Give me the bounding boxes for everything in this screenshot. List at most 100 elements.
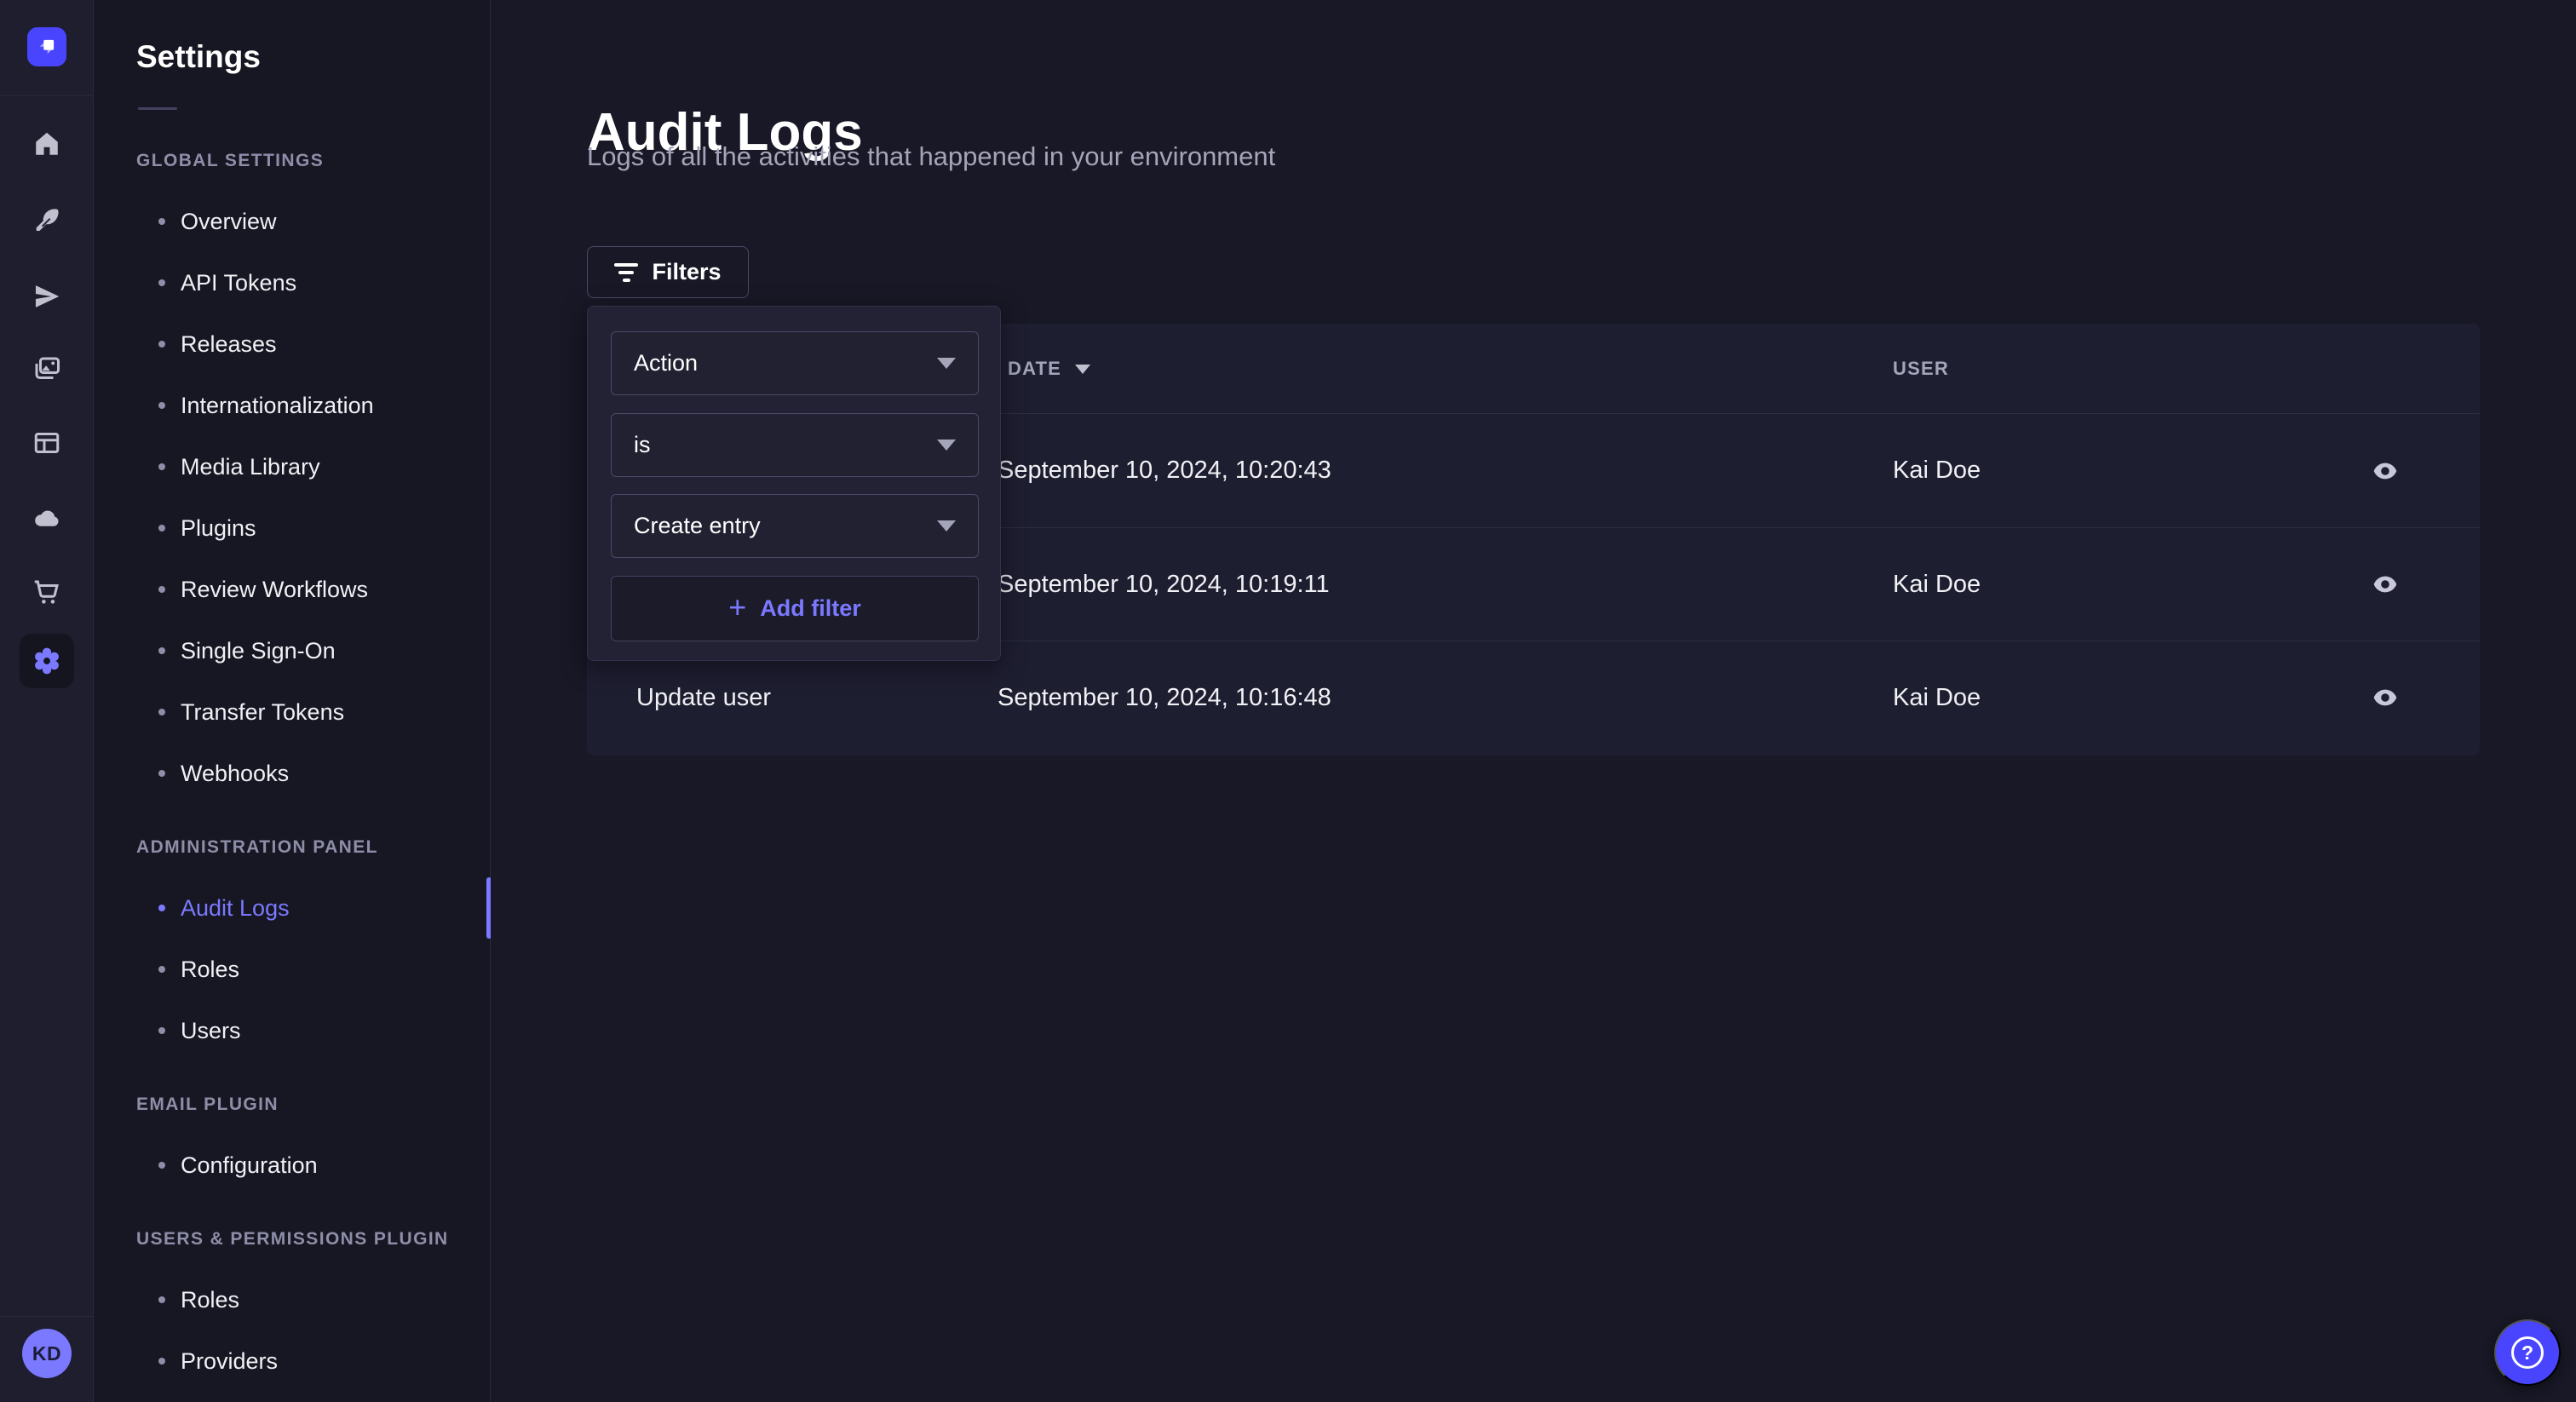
filter-operator-value: is bbox=[634, 432, 651, 458]
sidebar-item-overview[interactable]: Overview bbox=[94, 191, 490, 252]
section-users-permissions-plugin: USERS & PERMISSIONS PLUGIN Roles Provide… bbox=[94, 1225, 490, 1392]
help-button[interactable]: ? bbox=[2494, 1319, 2561, 1386]
section-global-settings: GLOBAL SETTINGS Overview API Tokens Rele… bbox=[94, 147, 490, 804]
chevron-down-icon bbox=[937, 440, 956, 451]
filter-field-select[interactable]: Action bbox=[611, 331, 979, 395]
sidebar-item-providers[interactable]: Providers bbox=[94, 1330, 490, 1392]
sidebar-item-media-library[interactable]: Media Library bbox=[94, 436, 490, 497]
bullet-icon bbox=[158, 463, 165, 470]
home-icon[interactable] bbox=[31, 128, 63, 160]
section-label: GLOBAL SETTINGS bbox=[94, 147, 490, 175]
sidebar-item-api-tokens[interactable]: API Tokens bbox=[94, 252, 490, 313]
bullet-icon bbox=[158, 905, 165, 911]
sidebar-item-roles-up[interactable]: Roles bbox=[94, 1269, 490, 1330]
avatar[interactable]: KD bbox=[22, 1329, 72, 1378]
layout-icon[interactable] bbox=[31, 427, 63, 459]
section-email-plugin: EMAIL PLUGIN Configuration bbox=[94, 1090, 490, 1196]
bullet-icon bbox=[158, 647, 165, 654]
bullet-icon bbox=[158, 1162, 165, 1169]
subnav-title: Settings bbox=[136, 39, 261, 75]
sidebar-item-roles-admin[interactable]: Roles bbox=[94, 939, 490, 1000]
sidebar-item-label: Internationalization bbox=[181, 393, 374, 419]
eye-icon bbox=[2372, 571, 2399, 598]
sidebar-item-label: Review Workflows bbox=[181, 577, 368, 603]
bullet-icon bbox=[158, 1027, 165, 1034]
feather-icon[interactable] bbox=[31, 204, 63, 237]
settings-nav-button[interactable] bbox=[20, 634, 74, 688]
section-administration-panel: ADMINISTRATION PANEL Audit Logs Roles Us… bbox=[94, 833, 490, 1061]
sort-descending-icon bbox=[1075, 365, 1090, 374]
rail-divider-bottom bbox=[0, 1316, 94, 1317]
plus-icon: + bbox=[728, 592, 746, 623]
gear-icon bbox=[31, 645, 63, 677]
sidebar-item-configuration[interactable]: Configuration bbox=[94, 1135, 490, 1196]
sidebar-item-label: Providers bbox=[181, 1348, 278, 1375]
images-icon[interactable] bbox=[31, 353, 63, 385]
sidebar-item-label: Webhooks bbox=[181, 761, 289, 787]
sidebar-item-label: Audit Logs bbox=[181, 895, 290, 922]
column-header-user: USER bbox=[1893, 324, 1949, 414]
sidebar-item-releases[interactable]: Releases bbox=[94, 313, 490, 375]
sidebar-item-label: Releases bbox=[181, 331, 277, 358]
filter-icon bbox=[614, 263, 638, 282]
sidebar-item-review-workflows[interactable]: Review Workflows bbox=[94, 559, 490, 620]
section-label: ADMINISTRATION PANEL bbox=[94, 833, 490, 862]
strapi-logo-glyph bbox=[34, 34, 60, 60]
bullet-icon bbox=[158, 586, 165, 593]
filters-button[interactable]: Filters bbox=[587, 246, 749, 298]
filter-value-select[interactable]: Create entry bbox=[611, 494, 979, 558]
sidebar-item-label: Single Sign-On bbox=[181, 638, 336, 664]
bullet-icon bbox=[158, 1296, 165, 1303]
sidebar-item-label: Media Library bbox=[181, 454, 320, 480]
bullet-icon bbox=[158, 402, 165, 409]
sidebar-item-label: Configuration bbox=[181, 1152, 318, 1179]
chevron-down-icon bbox=[937, 520, 956, 531]
column-header-date-label: DATE bbox=[1008, 358, 1061, 380]
column-header-date[interactable]: DATE bbox=[1008, 324, 1090, 414]
page-subtitle: Logs of all the activities that happened… bbox=[587, 141, 1275, 172]
cell-user: Kai Doe bbox=[1893, 641, 1981, 754]
sidebar-item-webhooks[interactable]: Webhooks bbox=[94, 743, 490, 804]
sidebar-item-transfer-tokens[interactable]: Transfer Tokens bbox=[94, 681, 490, 743]
bullet-icon bbox=[158, 341, 165, 348]
sidebar-item-label: Users bbox=[181, 1018, 241, 1044]
view-details-button[interactable] bbox=[2360, 673, 2410, 722]
sidebar-item-label: Roles bbox=[181, 1287, 239, 1313]
eye-icon bbox=[2372, 684, 2399, 711]
chevron-down-icon bbox=[937, 358, 956, 369]
bullet-icon bbox=[158, 279, 165, 286]
sidebar-item-plugins[interactable]: Plugins bbox=[94, 497, 490, 559]
app-root: KD Settings GLOBAL SETTINGS Overview API… bbox=[0, 0, 2576, 1402]
cart-icon[interactable] bbox=[31, 576, 63, 608]
main-nav-rail: KD bbox=[0, 0, 94, 1402]
eye-icon bbox=[2372, 457, 2399, 485]
filter-field-value: Action bbox=[634, 350, 698, 376]
cell-user: Kai Doe bbox=[1893, 528, 1981, 641]
section-label: EMAIL PLUGIN bbox=[94, 1090, 490, 1119]
sidebar-item-internationalization[interactable]: Internationalization bbox=[94, 375, 490, 436]
sidebar-item-label: Plugins bbox=[181, 515, 256, 542]
view-details-button[interactable] bbox=[2360, 446, 2410, 496]
cell-user: Kai Doe bbox=[1893, 414, 1981, 527]
sidebar-item-single-sign-on[interactable]: Single Sign-On bbox=[94, 620, 490, 681]
add-filter-button[interactable]: + Add filter bbox=[611, 576, 979, 641]
bullet-icon bbox=[158, 966, 165, 973]
filter-value-value: Create entry bbox=[634, 513, 761, 539]
main-content: Audit Logs Logs of all the activities th… bbox=[491, 0, 2576, 1402]
sidebar-item-label: Roles bbox=[181, 957, 239, 983]
cell-date: September 10, 2024, 10:19:11 bbox=[998, 528, 1330, 641]
sidebar-item-label: Transfer Tokens bbox=[181, 699, 344, 726]
section-label: USERS & PERMISSIONS PLUGIN bbox=[94, 1225, 490, 1254]
cell-date: September 10, 2024, 10:16:48 bbox=[998, 641, 1331, 754]
paper-plane-icon[interactable] bbox=[31, 280, 63, 313]
strapi-logo[interactable] bbox=[27, 27, 66, 66]
sidebar-item-audit-logs[interactable]: Audit Logs bbox=[94, 877, 490, 939]
settings-subnav: Settings GLOBAL SETTINGS Overview API To… bbox=[94, 0, 491, 1402]
view-details-button[interactable] bbox=[2360, 560, 2410, 609]
bullet-icon bbox=[158, 218, 165, 225]
bullet-icon bbox=[158, 709, 165, 715]
sidebar-item-label: API Tokens bbox=[181, 270, 296, 296]
cloud-icon[interactable] bbox=[31, 502, 63, 534]
sidebar-item-users[interactable]: Users bbox=[94, 1000, 490, 1061]
filter-operator-select[interactable]: is bbox=[611, 413, 979, 477]
